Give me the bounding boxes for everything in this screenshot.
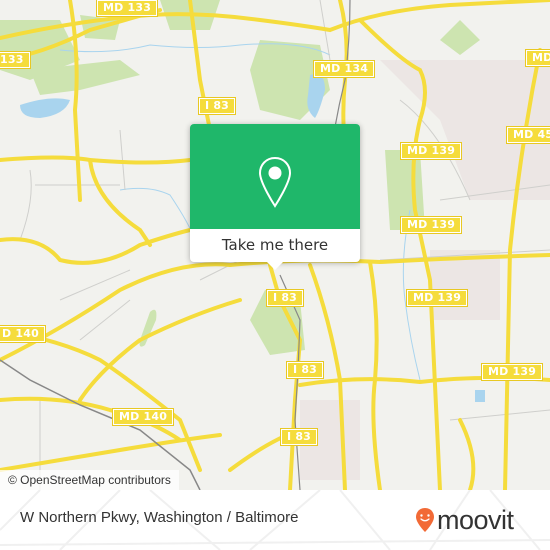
road-shield-md-139-center: MD 139 bbox=[399, 216, 463, 234]
road-shield-md-133: MD 133 bbox=[95, 0, 159, 17]
road-shield-md-139-mid: MD 139 bbox=[405, 289, 469, 307]
popup-pointer bbox=[266, 261, 284, 270]
road-shield-i-83-a: I 83 bbox=[265, 289, 305, 307]
pond bbox=[475, 390, 485, 402]
road-shield-md-139-south: MD 139 bbox=[480, 363, 544, 381]
moovit-logo-icon bbox=[416, 508, 434, 532]
brand-name: moovit bbox=[437, 505, 514, 535]
road-shield-i-83-c: I 83 bbox=[279, 428, 319, 446]
location-popup[interactable]: Take me there bbox=[190, 124, 360, 270]
moovit-brand[interactable]: moovit bbox=[415, 505, 514, 535]
road-shield-md-140: MD 140 bbox=[111, 408, 175, 426]
map-attribution[interactable]: © OpenStreetMap contributors bbox=[0, 470, 179, 490]
reservoir bbox=[307, 74, 325, 118]
road-shield-md-140-west: D 140 bbox=[0, 325, 46, 343]
road-shield-md-133-west: 133 bbox=[0, 51, 31, 69]
road-shield-md-139-north: MD 139 bbox=[399, 142, 463, 160]
road-shield-i-83-north: I 83 bbox=[197, 97, 237, 115]
map-view[interactable]: MD 133 133 MD 134 I 83 MD 4 MD 45 MD 139… bbox=[0, 0, 550, 490]
road-shield-md-45-north: MD 4 bbox=[524, 49, 550, 67]
road-shield-i-83-b: I 83 bbox=[285, 361, 325, 379]
lake bbox=[20, 98, 70, 118]
popup-header bbox=[190, 124, 360, 229]
footer-bar: W Northern Pkwy, Washington / Baltimore … bbox=[0, 490, 550, 550]
map-pin-icon bbox=[258, 156, 292, 208]
park-area bbox=[440, 20, 480, 55]
take-me-there-button[interactable]: Take me there bbox=[190, 229, 360, 262]
road-shield-md-134: MD 134 bbox=[312, 60, 376, 78]
location-title: W Northern Pkwy, Washington / Baltimore bbox=[20, 509, 299, 526]
road-shield-md-45: MD 45 bbox=[505, 126, 550, 144]
